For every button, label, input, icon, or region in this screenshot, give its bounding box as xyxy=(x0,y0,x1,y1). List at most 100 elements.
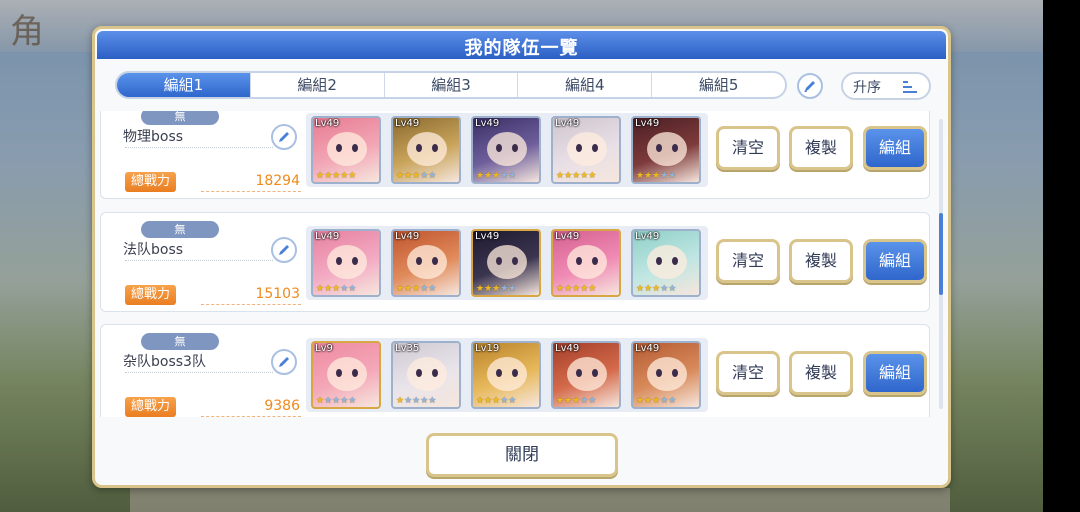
scrollbar-thumb[interactable] xyxy=(939,212,943,295)
portrait-face xyxy=(647,357,687,391)
unit-portrait[interactable]: Lv49 ★★★★★ xyxy=(631,116,701,184)
unit-level: Lv49 xyxy=(395,118,420,129)
team-list-dialog: 我的隊伍一覽 編組1 編組2 編組3 編組4 編組5 升序 無 物理boss 總戰力… xyxy=(92,26,951,488)
team-list: 無物理boss 總戰力 18294 Lv49 ★★★★★ Lv49 ★★★★★ Lv… xyxy=(100,111,940,417)
unit-level: Lv49 xyxy=(475,118,500,129)
edit-team-name-button[interactable] xyxy=(271,349,297,375)
unit-star-rating: ★★★★★ xyxy=(636,171,677,181)
unit-portrait[interactable]: Lv49 ★★★★★ xyxy=(631,229,701,297)
unit-portrait[interactable]: Lv49 ★★★★★ xyxy=(551,341,621,409)
total-power-value: 15103 xyxy=(255,286,300,302)
team-name: 杂队boss3队 xyxy=(123,354,206,370)
unit-portrait[interactable]: Lv49 ★★★★★ xyxy=(311,229,381,297)
team-name-underline xyxy=(125,372,273,373)
portrait-face xyxy=(647,132,687,166)
unit-level: Lv19 xyxy=(475,343,500,354)
unit-star-rating: ★★★★★ xyxy=(556,396,597,406)
unit-level: Lv49 xyxy=(315,118,340,129)
portrait-eye xyxy=(432,369,438,377)
unit-star-rating: ★★★★★ xyxy=(636,284,677,294)
tab-group-2[interactable]: 編組2 xyxy=(249,73,384,97)
portrait-eye xyxy=(592,144,598,152)
unit-star-rating: ★★★★★ xyxy=(476,284,517,294)
unit-level: Lv49 xyxy=(315,231,340,242)
portrait-face xyxy=(647,245,687,279)
team-name-underline xyxy=(125,260,273,261)
screen-edge-bar xyxy=(1043,0,1080,512)
rename-tab-button[interactable] xyxy=(797,73,823,99)
unit-star-rating: ★★★★★ xyxy=(396,396,437,406)
team-name: 物理boss xyxy=(123,129,184,145)
unit-portrait[interactable]: Lv35 ★★★★★ xyxy=(391,341,461,409)
sort-order-button[interactable]: 升序 xyxy=(841,72,931,100)
portrait-eye xyxy=(432,257,438,265)
edit-team-name-button[interactable] xyxy=(271,124,297,150)
edit-team-button[interactable]: 編組 xyxy=(863,351,927,395)
unit-level: Lv49 xyxy=(555,231,580,242)
portrait-face xyxy=(327,357,367,391)
unit-portrait[interactable]: Lv9 ★★★★★ xyxy=(311,341,381,409)
edit-team-name-button[interactable] xyxy=(271,237,297,263)
copy-team-button[interactable]: 複製 xyxy=(789,351,853,395)
tab-group-1[interactable]: 編組1 xyxy=(117,73,250,97)
tab-group-4[interactable]: 編組4 xyxy=(517,73,651,97)
team-badge: 無 xyxy=(141,221,219,238)
unit-portrait[interactable]: Lv49 ★★★★★ xyxy=(551,229,621,297)
portrait-eye xyxy=(512,369,518,377)
total-power-label: 總戰力 xyxy=(125,285,177,305)
team-badge: 無 xyxy=(141,333,219,350)
total-power-label: 總戰力 xyxy=(125,397,177,417)
portrait-eye xyxy=(672,257,678,265)
portrait-eye xyxy=(576,257,582,265)
team-name-underline xyxy=(125,147,273,148)
portrait-eye xyxy=(352,257,358,265)
portrait-face xyxy=(407,245,447,279)
unit-portrait[interactable]: Lv49 ★★★★★ xyxy=(631,341,701,409)
copy-team-button[interactable]: 複製 xyxy=(789,126,853,170)
unit-portrait[interactable]: Lv49 ★★★★★ xyxy=(311,116,381,184)
dialog-title: 我的隊伍一覽 xyxy=(464,38,579,59)
copy-team-button[interactable]: 複製 xyxy=(789,239,853,283)
portrait-eye xyxy=(656,144,662,152)
edit-team-button[interactable]: 編組 xyxy=(863,126,927,170)
portrait-face xyxy=(487,245,527,279)
unit-portrait[interactable]: Lv49 ★★★★★ xyxy=(471,229,541,297)
unit-star-rating: ★★★★★ xyxy=(636,396,677,406)
unit-portrait[interactable]: Lv49 ★★★★★ xyxy=(391,229,461,297)
portrait-eye xyxy=(496,144,502,152)
tab-group-3[interactable]: 編組3 xyxy=(383,73,518,97)
portrait-eye xyxy=(592,257,598,265)
portrait-eye xyxy=(416,369,422,377)
unit-portrait[interactable]: Lv49 ★★★★★ xyxy=(471,116,541,184)
unit-portrait[interactable]: Lv49 ★★★★★ xyxy=(391,116,461,184)
team-row: 無法队boss 總戰力 15103 Lv49 ★★★★★ Lv49 ★★★★★ Lv… xyxy=(100,212,930,312)
tab-group-5[interactable]: 編組5 xyxy=(651,73,785,97)
portrait-eye xyxy=(336,369,342,377)
close-button[interactable]: 關閉 xyxy=(426,433,618,477)
unit-lineup: Lv49 ★★★★★ Lv49 ★★★★★ Lv49 ★★★★★ Lv49 ★★… xyxy=(306,113,708,187)
pencil-icon xyxy=(279,357,289,367)
clear-team-button[interactable]: 清空 xyxy=(716,126,780,170)
pencil-icon xyxy=(279,245,289,255)
portrait-eye xyxy=(672,144,678,152)
clear-team-button[interactable]: 清空 xyxy=(716,351,780,395)
unit-level: Lv49 xyxy=(395,231,420,242)
portrait-face xyxy=(327,132,367,166)
edit-team-button[interactable]: 編組 xyxy=(863,239,927,283)
pencil-icon xyxy=(804,81,815,93)
portrait-eye xyxy=(512,144,518,152)
portrait-eye xyxy=(672,369,678,377)
portrait-eye xyxy=(432,144,438,152)
unit-star-rating: ★★★★★ xyxy=(476,396,517,406)
unit-star-rating: ★★★★★ xyxy=(316,171,357,181)
unit-level: Lv49 xyxy=(555,343,580,354)
unit-portrait[interactable]: Lv19 ★★★★★ xyxy=(471,341,541,409)
power-underline xyxy=(201,191,301,192)
clear-team-button[interactable]: 清空 xyxy=(716,239,780,283)
portrait-face xyxy=(567,132,607,166)
unit-star-rating: ★★★★★ xyxy=(476,171,517,181)
unit-level: Lv49 xyxy=(555,118,580,129)
portrait-face xyxy=(567,357,607,391)
portrait-eye xyxy=(576,369,582,377)
unit-portrait[interactable]: Lv49 ★★★★★ xyxy=(551,116,621,184)
